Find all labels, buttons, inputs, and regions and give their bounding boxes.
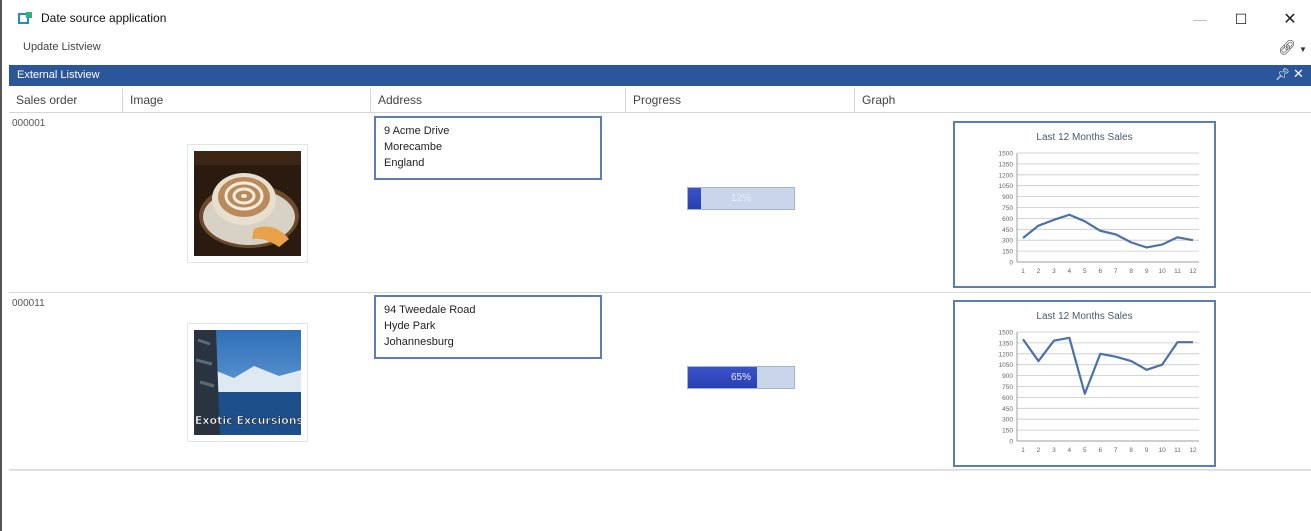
close-icon[interactable]: ✕	[1270, 6, 1310, 32]
x-tick-label: 12	[1189, 268, 1197, 275]
x-tick-label: 4	[1068, 447, 1072, 454]
x-tick-label: 8	[1129, 268, 1133, 275]
y-tick-label: 1200	[999, 172, 1014, 179]
y-tick-label: 750	[1002, 384, 1013, 391]
x-tick-label: 1	[1021, 268, 1025, 275]
x-tick-label: 6	[1098, 447, 1102, 454]
x-tick-label: 3	[1052, 447, 1056, 454]
line-chart: Last 12 Months Sales15001350120010509007…	[999, 311, 1199, 454]
y-tick-label: 1500	[999, 151, 1014, 158]
progress-bar: 12%	[687, 187, 795, 210]
column-header-progress[interactable]: Progress	[625, 88, 854, 113]
title-bar: Date source application — ☐ ✕	[2, 0, 1311, 36]
y-tick-label: 300	[1002, 238, 1013, 245]
address-line-1: 9 Acme Drive	[384, 125, 450, 137]
column-header-image[interactable]: Image	[122, 88, 370, 113]
app-icon	[18, 12, 32, 24]
address-line-3: England	[384, 157, 425, 169]
y-tick-label: 450	[1002, 227, 1013, 234]
y-tick-label: 600	[1002, 216, 1013, 223]
window-title: Date source application	[41, 11, 167, 25]
sales-order-id: 000001	[12, 118, 46, 129]
x-tick-label: 1	[1021, 447, 1025, 454]
column-header-address[interactable]: Address	[370, 88, 625, 113]
minimize-icon[interactable]: —	[1180, 6, 1220, 32]
y-tick-label: 1050	[999, 183, 1014, 190]
x-tick-label: 5	[1083, 268, 1087, 275]
x-tick-label: 5	[1083, 447, 1087, 454]
y-tick-label: 0	[1009, 260, 1013, 267]
chevron-down-icon[interactable]: ▼	[1299, 45, 1307, 54]
y-tick-label: 900	[1002, 373, 1013, 380]
coffee-cup-photo	[194, 151, 301, 256]
y-tick-label: 150	[1002, 249, 1013, 256]
x-tick-label: 2	[1037, 268, 1041, 275]
y-tick-label: 1500	[999, 330, 1014, 337]
y-tick-label: 600	[1002, 395, 1013, 402]
column-header-sales-order[interactable]: Sales order	[9, 88, 122, 113]
x-tick-label: 3	[1052, 268, 1056, 275]
link-icon[interactable]: 🔗︎	[1278, 39, 1296, 56]
address-line-2: Morecambe	[384, 141, 443, 153]
image-caption: Exotic Excursions	[195, 414, 301, 427]
x-tick-label: 7	[1114, 447, 1118, 454]
sales-order-id: 000011	[12, 298, 45, 309]
x-tick-label: 7	[1114, 268, 1118, 275]
address-box: 9 Acme Drive Morecambe England	[374, 116, 602, 180]
y-tick-label: 300	[1002, 417, 1013, 424]
y-tick-label: 1200	[999, 351, 1014, 358]
column-headers: Sales order Image Address Progress Graph	[9, 88, 1311, 113]
panel-close-icon[interactable]: ✕	[1293, 66, 1304, 82]
panel-header: External Listview 📌︎ ✕	[9, 65, 1311, 86]
update-listview-button[interactable]: Update Listview	[23, 41, 101, 53]
x-tick-label: 6	[1098, 268, 1102, 275]
y-tick-label: 0	[1009, 439, 1013, 446]
y-tick-label: 1350	[999, 161, 1014, 168]
series-line	[1022, 213, 1194, 249]
x-tick-label: 8	[1129, 447, 1133, 454]
address-box: 94 Tweedale Road Hyde Park Johannesburg	[374, 295, 602, 359]
table-row[interactable]: 000011 Exotic Excursions 94 Tweedale Roa…	[9, 294, 1311, 470]
progress-bar: 65%	[687, 366, 795, 389]
y-tick-label: 900	[1002, 194, 1013, 201]
progress-label: 65%	[730, 372, 751, 383]
pin-icon[interactable]: 📌︎	[1275, 67, 1290, 81]
sales-graph: Last 12 Months Sales 1500 1350 1200 1050 900 7…	[953, 121, 1216, 288]
x-tick-label: 9	[1145, 447, 1149, 454]
progress-label: 12%	[730, 193, 751, 204]
y-tick-label: 450	[1002, 406, 1013, 413]
panel-title: External Listview	[17, 69, 100, 81]
list-bottom-divider	[9, 470, 1311, 471]
series-line	[1022, 336, 1193, 395]
toolbar: Update Listview 🔗︎ ▼	[2, 36, 1311, 62]
x-tick-label: 2	[1037, 447, 1041, 454]
x-tick-label: 11	[1174, 268, 1181, 275]
chart-title: Last 12 Months Sales	[1036, 311, 1132, 322]
address-line-3: Johannesburg	[384, 336, 454, 348]
y-tick-label: 750	[1002, 205, 1013, 212]
x-tick-label: 9	[1145, 268, 1149, 275]
maximize-icon[interactable]: ☐	[1221, 6, 1261, 32]
y-tick-label: 1350	[999, 340, 1014, 347]
chart-title: Last 12 Months Sales	[1036, 132, 1132, 143]
x-tick-label: 10	[1158, 447, 1166, 454]
row-image-frame	[187, 144, 308, 263]
row-image-frame: Exotic Excursions	[187, 323, 308, 442]
sales-graph: Last 12 Months Sales 1500 1350 1200 1050 900 7…	[953, 300, 1216, 467]
address-line-2: Hyde Park	[384, 320, 436, 332]
column-header-graph[interactable]: Graph	[854, 88, 1311, 113]
app-window: Date source application — ☐ ✕ Update Lis…	[0, 0, 1311, 531]
address-line-1: 94 Tweedale Road	[384, 304, 476, 316]
y-tick-label: 150	[1002, 428, 1013, 435]
x-tick-label: 11	[1174, 447, 1181, 454]
x-tick-label: 10	[1158, 268, 1166, 275]
x-tick-label: 12	[1189, 447, 1197, 454]
x-tick-label: 4	[1068, 268, 1072, 275]
y-tick-label: 1050	[999, 362, 1014, 369]
exotic-excursions-photo: Exotic Excursions	[194, 330, 304, 435]
table-row[interactable]: 000001 9 Acme Drive Morecambe England 12…	[9, 114, 1311, 293]
line-chart: Last 12 Months Sales15001350120010509007…	[999, 132, 1199, 275]
